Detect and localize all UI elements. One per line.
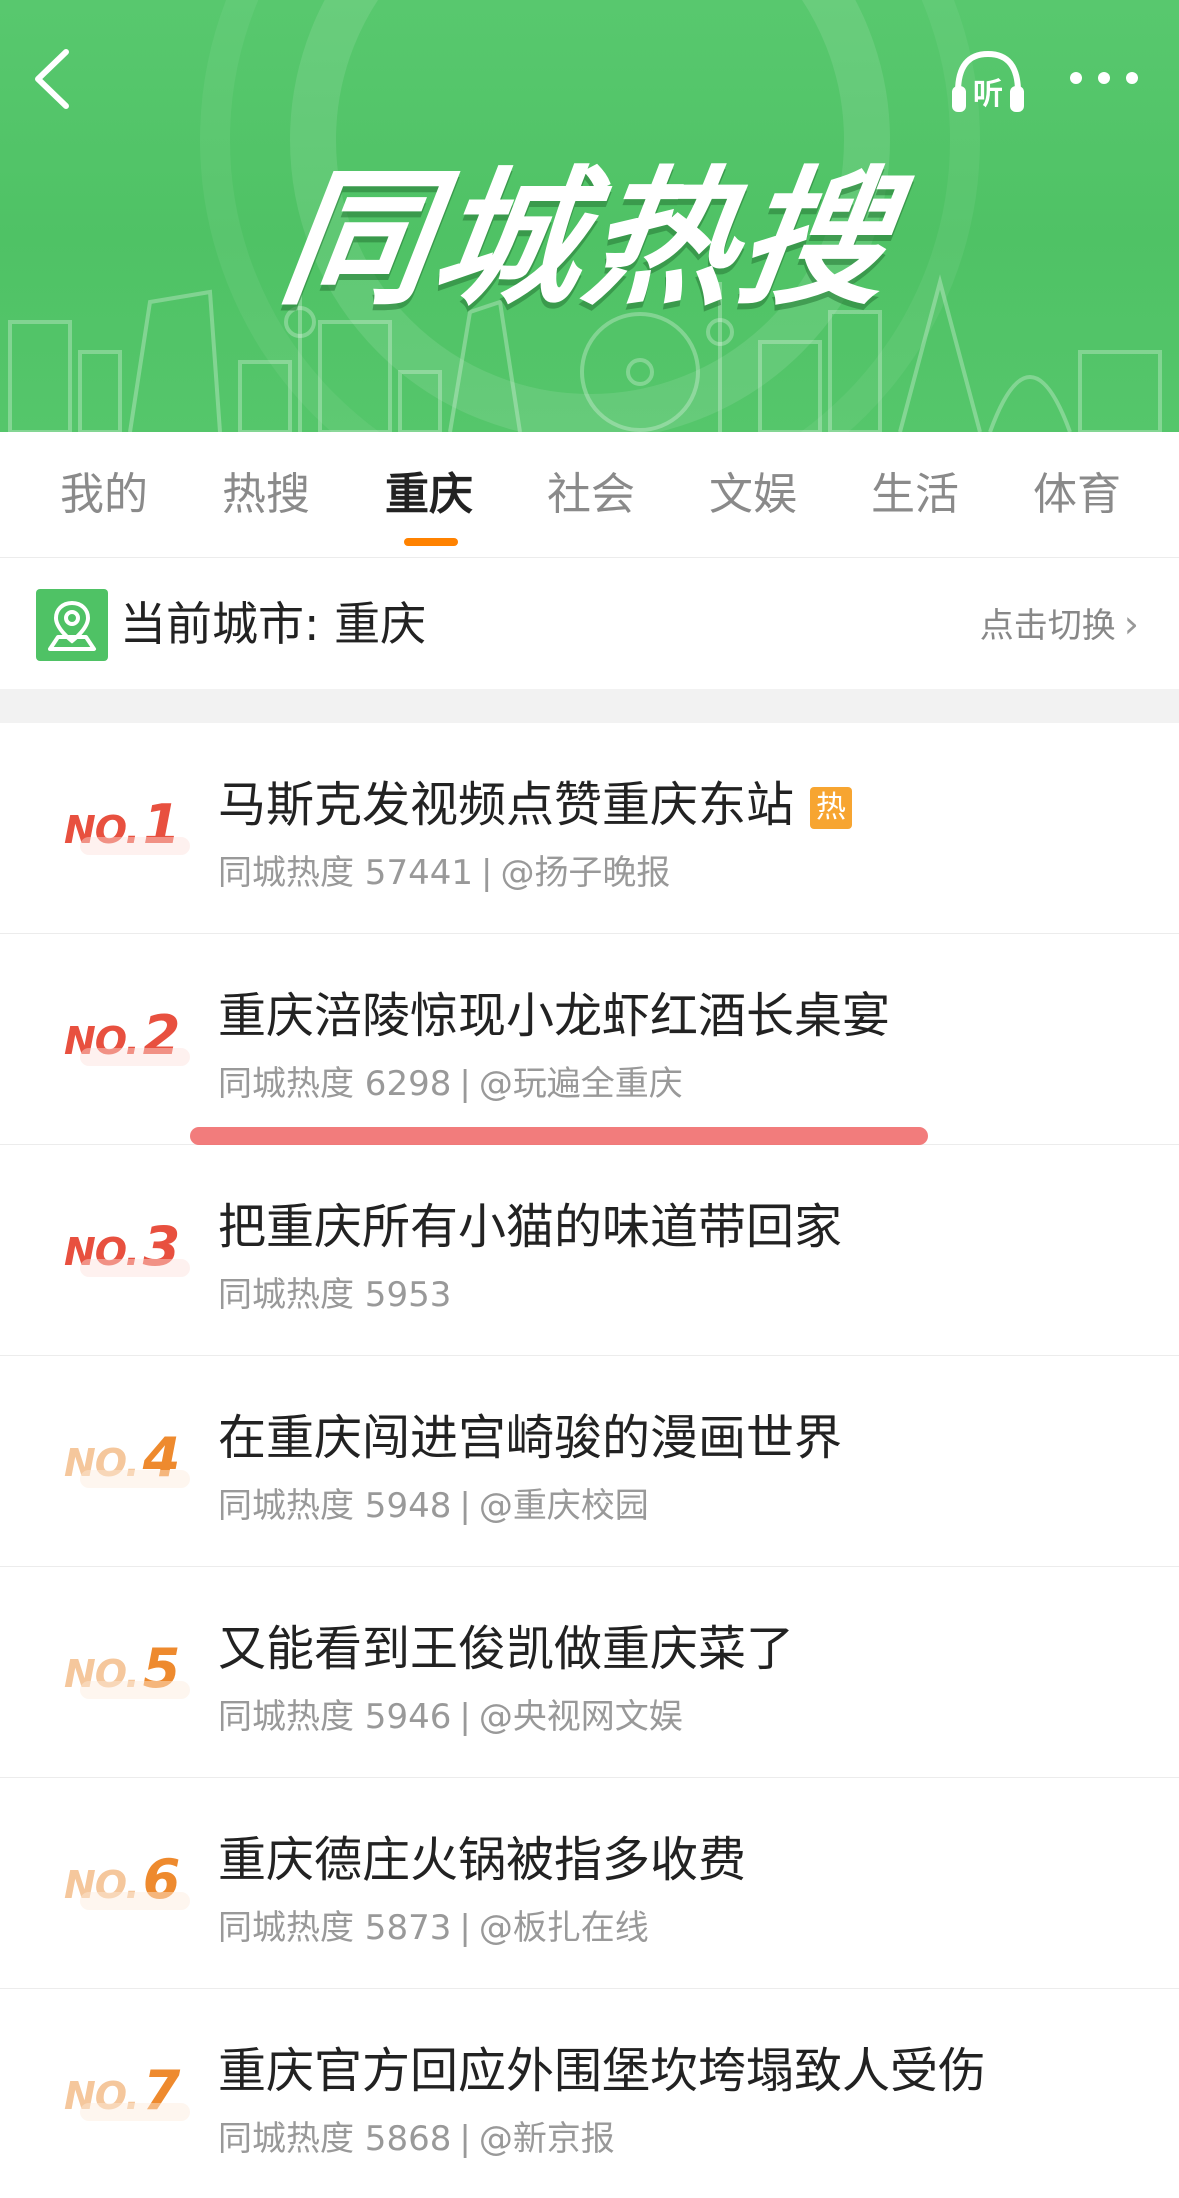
tab-hot[interactable]: 热搜: [191, 432, 341, 558]
source-account[interactable]: @板扎在线: [479, 1908, 649, 1948]
switch-city-label: 点击切换: [979, 606, 1116, 646]
item-title: 在重庆闯进宫崎骏的漫画世界: [218, 1410, 843, 1466]
meta-separator: |: [459, 1908, 471, 1948]
current-city-row: 当前城市: 重庆 点击切换 ›: [0, 559, 1179, 689]
heat-value: 同城热度 5946: [218, 1697, 452, 1737]
item-meta: 同城热度 6298 | @玩遍全重庆: [218, 1056, 683, 1105]
rank-label: NO.3: [64, 1215, 190, 1285]
item-title: 马斯克发视频点赞重庆东站热: [218, 765, 853, 835]
tab-society[interactable]: 社会: [516, 432, 666, 558]
location-pin-icon: [36, 589, 108, 661]
heat-value: 同城热度 5948: [218, 1486, 452, 1526]
list-item[interactable]: NO.6 重庆德庄火锅被指多收费 同城热度 5873 | @板扎在线: [0, 1778, 1179, 1989]
chevron-left-icon: [35, 49, 69, 109]
item-title: 重庆官方回应外围堡坎垮塌致人受伤: [218, 2043, 987, 2099]
tab-mine[interactable]: 我的: [29, 432, 179, 558]
item-title: 重庆涪陵惊现小龙虾红酒长桌宴: [218, 988, 891, 1044]
meta-separator: |: [459, 1064, 471, 1104]
item-meta: 同城热度 5946 | @央视网文娱: [218, 1689, 683, 1738]
rank-underline-decor: [80, 1470, 190, 1488]
item-title: 又能看到王俊凯做重庆菜了: [218, 1621, 795, 1677]
item-meta: 同城热度 5868 | @新京报: [218, 2111, 615, 2160]
category-tabs: 我的 热搜 重庆 社会 文娱 生活 体育: [0, 432, 1179, 558]
page-title: 同城热搜: [271, 153, 904, 325]
header-banner: 听 同城热搜: [0, 0, 1179, 432]
rank-underline-decor: [80, 2103, 190, 2121]
source-account[interactable]: @央视网文娱: [479, 1697, 683, 1737]
meta-separator: |: [459, 2119, 471, 2159]
highlight-underline-mark: [190, 1127, 928, 1145]
rank-label: NO.4: [64, 1426, 190, 1496]
back-button[interactable]: [28, 44, 78, 114]
list-item[interactable]: NO.4 在重庆闯进宫崎骏的漫画世界 同城热度 5948 | @重庆校园: [0, 1356, 1179, 1567]
heat-value: 同城热度 5868: [218, 2119, 452, 2159]
source-account[interactable]: @新京报: [479, 2119, 615, 2159]
rank-underline-decor: [80, 837, 190, 855]
list-item[interactable]: NO.1 马斯克发视频点赞重庆东站热 同城热度 57441 | @扬子晚报: [0, 723, 1179, 934]
list-item[interactable]: NO.3 把重庆所有小猫的味道带回家 同城热度 5953: [0, 1145, 1179, 1356]
list-item[interactable]: NO.2 重庆涪陵惊现小龙虾红酒长桌宴 同城热度 6298 | @玩遍全重庆: [0, 934, 1179, 1145]
source-account[interactable]: @重庆校园: [479, 1486, 649, 1526]
tab-entertainment[interactable]: 文娱: [678, 432, 828, 558]
heat-value: 同城热度 6298: [218, 1064, 452, 1104]
rank-label: NO.2: [64, 1004, 190, 1074]
hot-badge: 热: [810, 787, 853, 829]
heat-value: 同城热度 5873: [218, 1908, 452, 1948]
listen-button[interactable]: 听: [948, 44, 1028, 120]
rank-label: NO.6: [64, 1848, 190, 1918]
headphones-icon: 听: [952, 50, 1024, 112]
item-meta: 同城热度 5873 | @板扎在线: [218, 1900, 649, 1949]
rank-underline-decor: [80, 1681, 190, 1699]
current-city-label: 当前城市: 重庆: [120, 597, 427, 651]
rank-label: NO.1: [64, 793, 190, 863]
rank-label: NO.7: [64, 2059, 190, 2129]
item-title: 把重庆所有小猫的味道带回家: [218, 1199, 843, 1255]
list-item[interactable]: NO.5 又能看到王俊凯做重庆菜了 同城热度 5946 | @央视网文娱: [0, 1567, 1179, 1778]
list-item[interactable]: NO.7 重庆官方回应外围堡坎垮塌致人受伤 同城热度 5868 | @新京报: [0, 1989, 1179, 2198]
listen-label: 听: [973, 77, 1003, 112]
meta-separator: |: [480, 853, 493, 893]
active-tab-indicator: [404, 538, 458, 546]
more-button[interactable]: [1066, 58, 1142, 98]
hot-search-list: NO.1 马斯克发视频点赞重庆东站热 同城热度 57441 | @扬子晚报 NO.2…: [0, 723, 1179, 2198]
source-account[interactable]: @玩遍全重庆: [479, 1064, 683, 1104]
tab-life[interactable]: 生活: [840, 432, 990, 558]
item-meta: 同城热度 57441 | @扬子晚报: [218, 845, 670, 894]
item-title: 重庆德庄火锅被指多收费: [218, 1832, 747, 1888]
item-meta: 同城热度 5953: [218, 1267, 451, 1316]
rank-underline-decor: [80, 1048, 190, 1066]
meta-separator: |: [459, 1697, 471, 1737]
switch-city-link[interactable]: 点击切换 ›: [980, 559, 1139, 691]
tab-sports[interactable]: 体育: [1002, 432, 1152, 558]
heat-value: 同城热度 57441: [218, 853, 473, 893]
rank-underline-decor: [80, 1892, 190, 1910]
section-divider: [0, 689, 1179, 723]
meta-separator: |: [459, 1486, 471, 1526]
rank-underline-decor: [80, 1259, 190, 1277]
rank-label: NO.5: [64, 1637, 190, 1707]
item-meta: 同城热度 5948 | @重庆校园: [218, 1478, 649, 1527]
chevron-right-icon: ›: [1123, 602, 1139, 646]
heat-value: 同城热度 5953: [218, 1275, 452, 1315]
source-account[interactable]: @扬子晚报: [500, 853, 670, 893]
item-title-text: 马斯克发视频点赞重庆东站: [218, 777, 795, 833]
more-dots-icon: [1070, 72, 1138, 84]
